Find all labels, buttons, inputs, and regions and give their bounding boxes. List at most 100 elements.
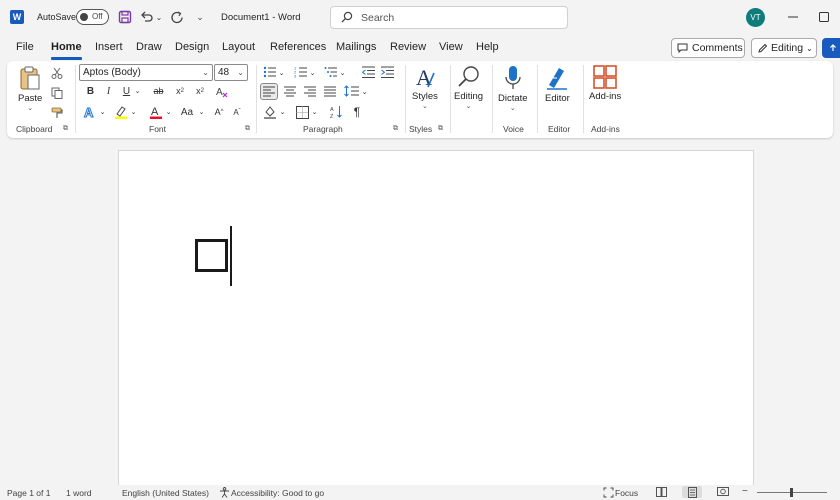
font-color-dropdown-icon[interactable]: ⌄ [164, 105, 173, 119]
language-status[interactable]: English (United States) [122, 488, 209, 498]
text-effects-icon[interactable]: A [82, 104, 98, 120]
page-count[interactable]: Page 1 of 1 [7, 488, 50, 498]
user-avatar[interactable]: VT [746, 8, 765, 27]
cut-icon[interactable] [50, 66, 64, 80]
title-bar: W AutoSave Off ⌄ ⌄ Document1 - Word VT [0, 0, 840, 36]
change-case-dropdown-icon[interactable]: ⌄ [197, 105, 206, 119]
editing-button[interactable]: Editing ⌄ [454, 65, 483, 110]
tab-insert[interactable]: Insert [95, 41, 123, 53]
clipboard-launcher-icon[interactable]: ⧉ [63, 125, 68, 133]
search-input[interactable] [361, 10, 561, 26]
justify-icon[interactable] [323, 84, 337, 98]
text-effects-dropdown-icon[interactable]: ⌄ [98, 105, 107, 119]
tab-view[interactable]: View [439, 41, 463, 53]
font-name-select[interactable]: Aptos (Body) ⌄ [79, 64, 213, 81]
read-mode-icon[interactable] [655, 486, 668, 498]
show-formatting-icon[interactable]: ¶ [350, 104, 364, 120]
paste-button[interactable]: Paste ⌄ [18, 65, 42, 112]
zoom-slider-thumb[interactable] [790, 488, 793, 497]
svg-text:A: A [416, 65, 432, 89]
svg-text:A: A [151, 106, 159, 118]
bullets-icon[interactable] [262, 65, 276, 79]
bullets-dropdown-icon[interactable]: ⌄ [277, 66, 286, 80]
tab-home[interactable]: Home [51, 41, 82, 60]
tab-design[interactable]: Design [175, 41, 209, 53]
bold-icon[interactable]: B [84, 84, 97, 98]
tab-mailings[interactable]: Mailings [336, 41, 376, 53]
borders-icon[interactable] [294, 104, 310, 120]
redo-icon[interactable] [169, 9, 185, 25]
tab-draw[interactable]: Draw [136, 41, 162, 53]
align-center-icon[interactable] [283, 84, 297, 98]
subscript-icon[interactable]: x2 [173, 84, 187, 98]
highlight-dropdown-icon[interactable]: ⌄ [129, 105, 138, 119]
tab-review[interactable]: Review [390, 41, 426, 53]
format-painter-icon[interactable] [50, 106, 64, 120]
search-box[interactable] [330, 6, 568, 29]
decrease-indent-icon[interactable] [361, 65, 375, 79]
customize-toolbar-icon[interactable]: ⌄ [192, 9, 208, 25]
underline-icon[interactable]: U [120, 84, 133, 98]
undo-icon[interactable] [139, 9, 155, 25]
italic-icon[interactable]: I [102, 84, 115, 98]
tab-help[interactable]: Help [476, 41, 499, 53]
align-right-icon[interactable] [303, 84, 317, 98]
focus-icon[interactable] [602, 486, 615, 498]
document-page[interactable] [118, 150, 754, 490]
clear-formatting-icon[interactable]: A [215, 84, 229, 98]
share-button[interactable] [822, 38, 840, 58]
copy-icon[interactable] [50, 86, 64, 100]
styles-label: Styles [412, 91, 438, 102]
underline-dropdown-icon[interactable]: ⌄ [133, 84, 142, 98]
tab-layout[interactable]: Layout [222, 41, 255, 53]
shrink-font-icon[interactable]: Aˇ [229, 104, 245, 120]
paragraph-launcher-icon[interactable]: ⧉ [393, 125, 398, 133]
focus-label[interactable]: Focus [615, 488, 638, 498]
grow-font-icon[interactable]: A ^ [211, 104, 227, 120]
highlight-icon[interactable] [113, 104, 129, 120]
dictate-button[interactable]: Dictate ⌄ [498, 65, 528, 112]
comment-icon [677, 43, 688, 53]
change-case-icon[interactable]: Aa [179, 104, 195, 120]
line-spacing-dropdown-icon[interactable]: ⌄ [360, 85, 369, 99]
accessibility-status[interactable]: Accessibility: Good to go [231, 488, 324, 498]
borders-dropdown-icon[interactable]: ⌄ [310, 105, 319, 119]
shading-icon[interactable] [262, 104, 278, 120]
tab-file[interactable]: File [16, 41, 34, 53]
save-icon[interactable] [117, 9, 133, 25]
sort-icon[interactable]: AZ [329, 104, 343, 120]
word-count[interactable]: 1 word [66, 488, 92, 498]
web-layout-icon[interactable] [716, 486, 729, 498]
multilevel-list-icon[interactable] [323, 65, 337, 79]
font-color-icon[interactable]: A [148, 104, 164, 120]
styles-launcher-icon[interactable]: ⧉ [438, 125, 443, 133]
print-layout-icon[interactable] [682, 486, 702, 498]
font-size-select[interactable]: 48 ⌄ [214, 64, 248, 81]
align-left-icon[interactable] [260, 83, 278, 100]
comments-button[interactable]: Comments [671, 38, 745, 58]
superscript-icon[interactable]: x2 [193, 84, 207, 98]
autosave-toggle[interactable]: Off [76, 9, 109, 25]
tab-references[interactable]: References [270, 41, 326, 53]
maximize-icon[interactable] [815, 8, 833, 26]
editor-button[interactable]: Editor [545, 65, 570, 104]
font-size-value: 48 [218, 67, 230, 78]
addins-button[interactable]: Add-ins [589, 65, 621, 102]
shading-dropdown-icon[interactable]: ⌄ [278, 105, 287, 119]
styles-button[interactable]: A Styles ⌄ [412, 65, 438, 110]
multilevel-dropdown-icon[interactable]: ⌄ [338, 66, 347, 80]
numbering-icon[interactable]: 123 [293, 65, 307, 79]
toggle-knob [80, 13, 88, 21]
minimize-icon[interactable] [784, 8, 802, 26]
editing-mode-button[interactable]: Editing ⌄ [751, 38, 817, 58]
document-canvas[interactable] [0, 140, 840, 490]
undo-dropdown-icon[interactable]: ⌄ [154, 9, 164, 25]
increase-indent-icon[interactable] [380, 65, 394, 79]
zoom-out-icon[interactable]: − [742, 486, 748, 497]
font-launcher-icon[interactable]: ⧉ [245, 125, 250, 133]
line-spacing-icon[interactable] [343, 84, 359, 98]
numbering-dropdown-icon[interactable]: ⌄ [308, 66, 317, 80]
strikethrough-icon[interactable]: ab [151, 84, 166, 98]
divider [492, 65, 493, 133]
chevron-down-icon: ⌄ [202, 68, 209, 77]
